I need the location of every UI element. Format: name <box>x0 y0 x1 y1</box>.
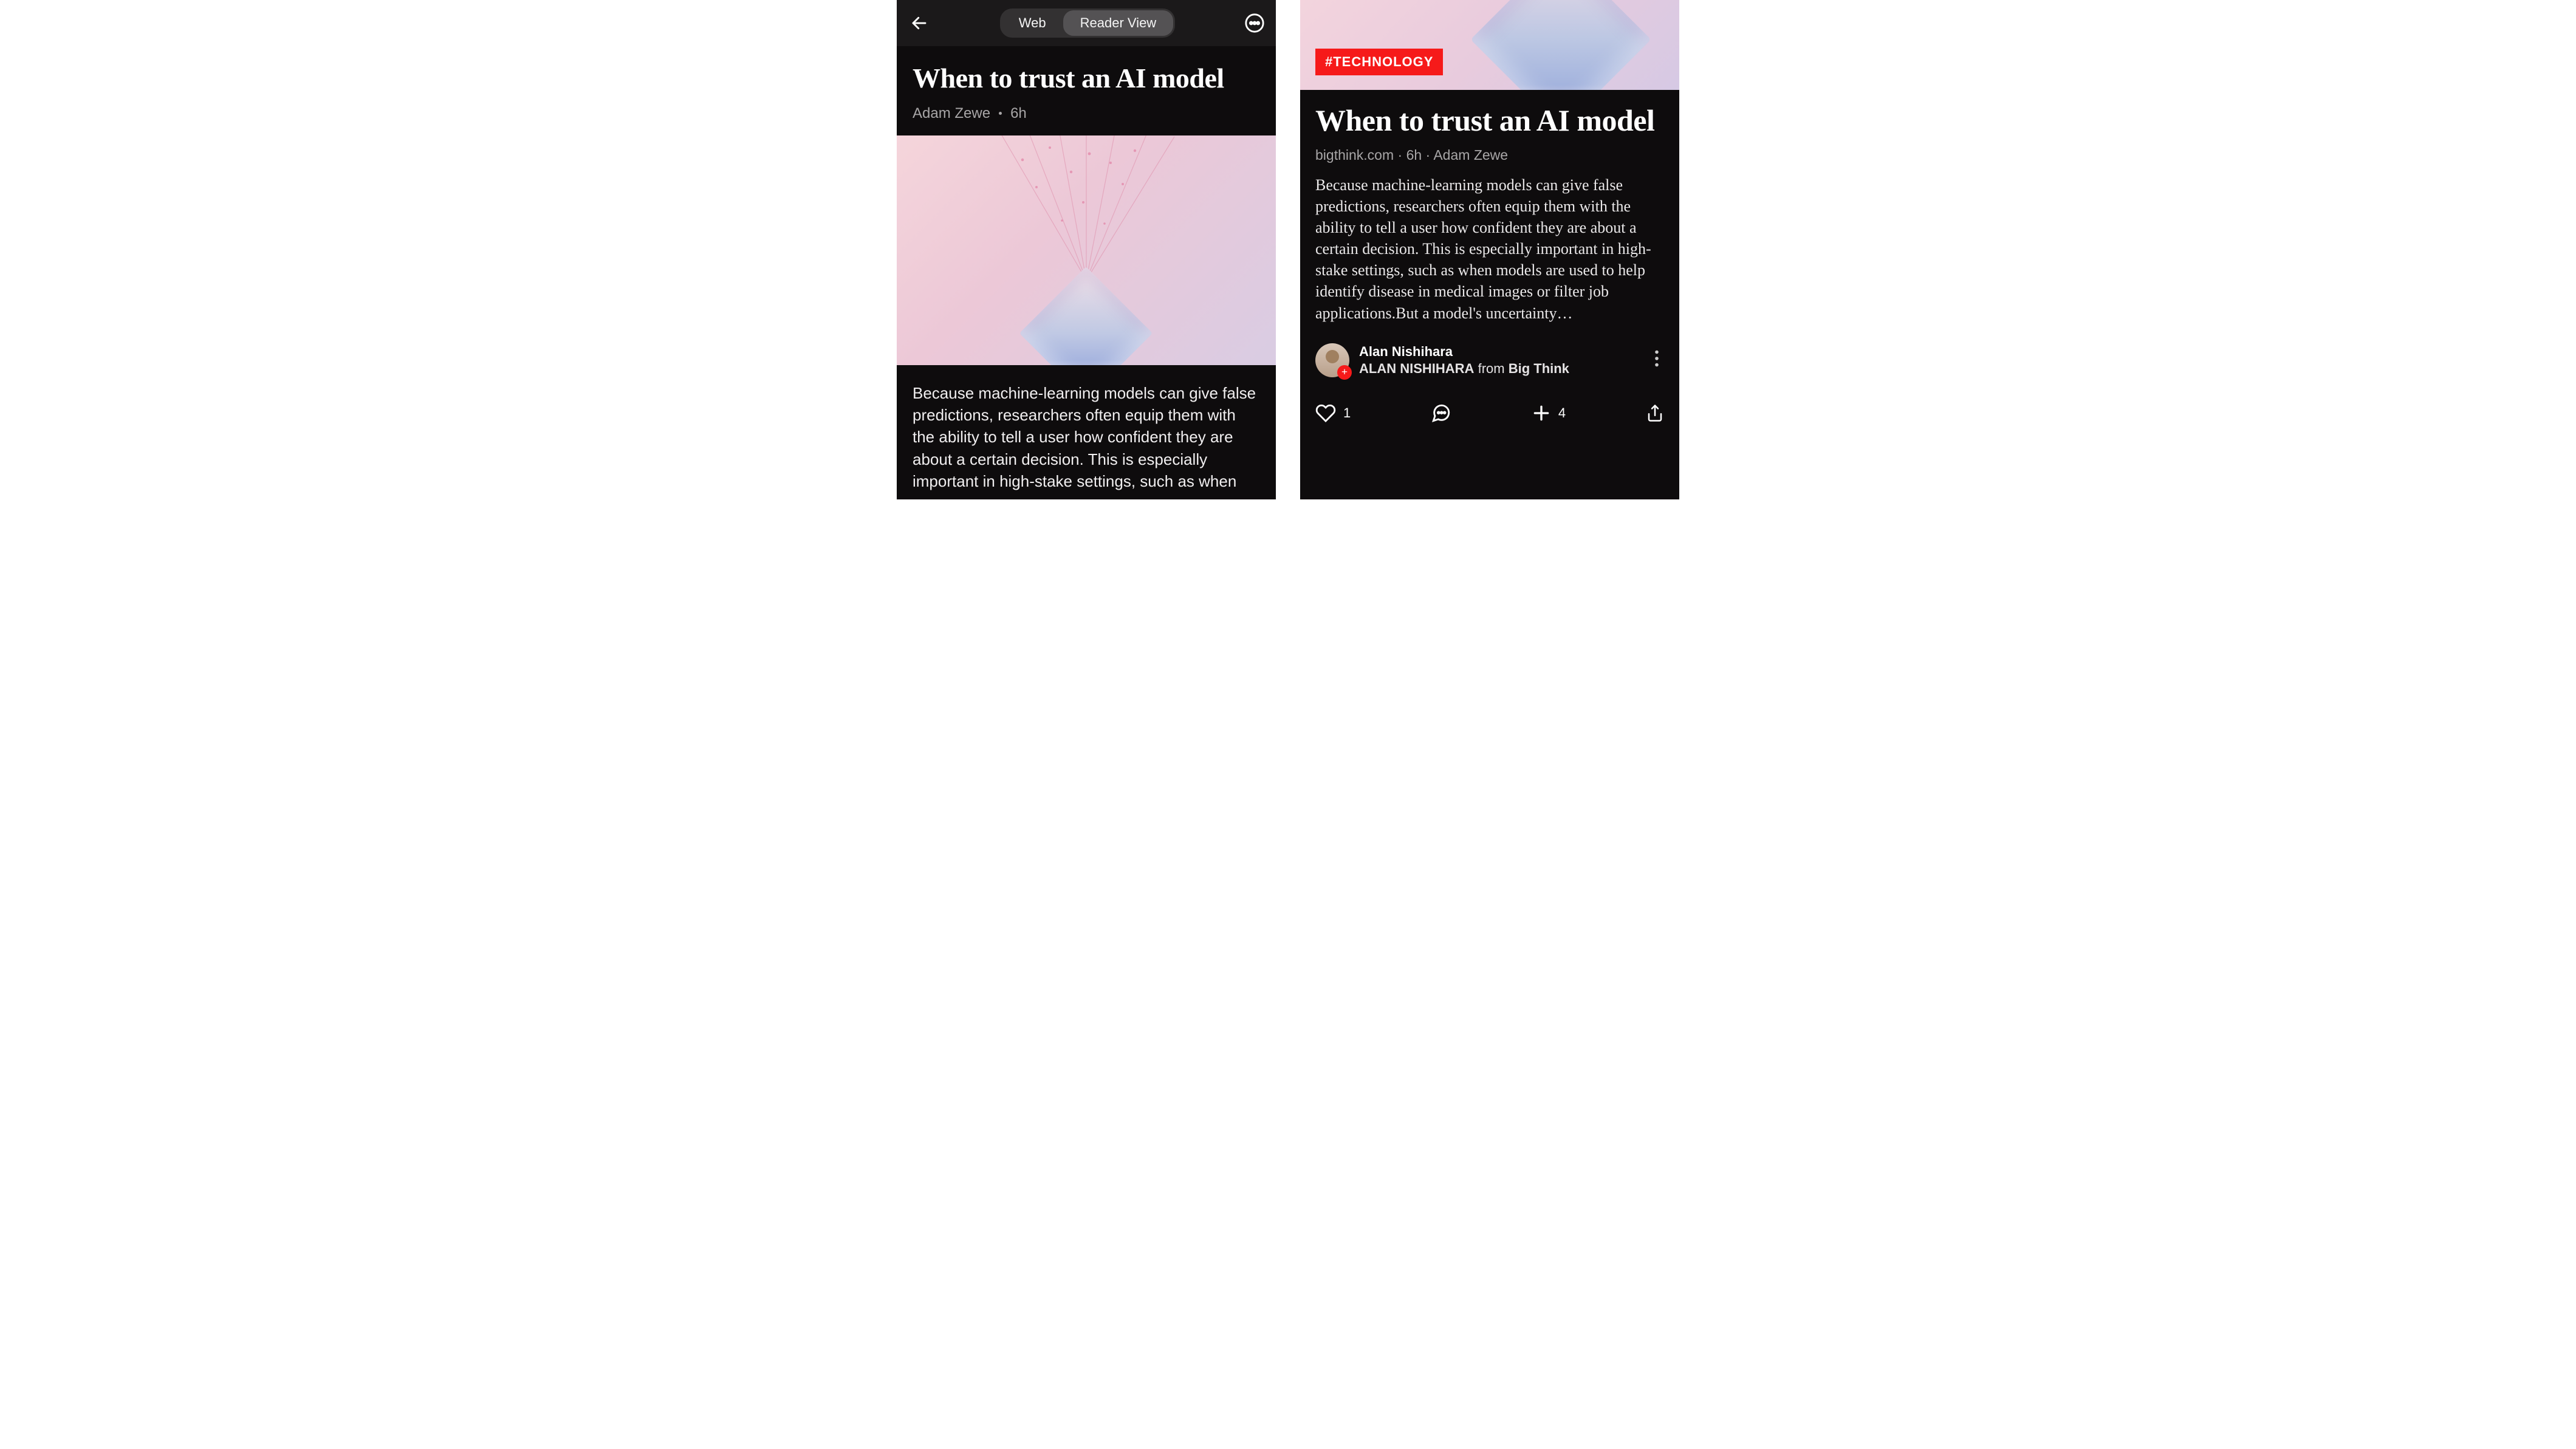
action-bar: 1 4 <box>1300 377 1679 437</box>
hero-image <box>897 135 1276 365</box>
curator-row[interactable]: + Alan Nishihara ALAN NISHIHARA from Big… <box>1300 324 1679 377</box>
avatar-wrapper: + <box>1315 343 1349 377</box>
topbar: Web Reader View <box>897 0 1276 46</box>
separator-dot <box>999 112 1002 115</box>
time-ago: 6h <box>1010 105 1027 122</box>
author-name: Adam Zewe <box>1433 147 1508 163</box>
share-icon <box>1646 403 1664 423</box>
tab-web[interactable]: Web <box>1002 10 1063 36</box>
article-byline: Adam Zewe 6h <box>913 105 1260 122</box>
reader-view-screen: Web Reader View When to trust an AI mode… <box>897 0 1276 499</box>
arrow-left-icon <box>910 14 928 32</box>
source-domain: bigthink.com <box>1315 147 1394 163</box>
flip-count: 4 <box>1558 405 1566 421</box>
tab-reader-view[interactable]: Reader View <box>1063 10 1174 36</box>
article-excerpt: Because machine-learning models can give… <box>1315 174 1664 324</box>
article-meta: bigthink.com · 6h · Adam Zewe <box>1315 147 1664 163</box>
comment-icon <box>1431 403 1451 423</box>
hero-image: #TECHNOLOGY <box>1300 0 1679 90</box>
crystal-graphic <box>1038 256 1135 365</box>
card-view-screen: #TECHNOLOGY When to trust an AI model bi… <box>1300 0 1679 499</box>
topic-tag[interactable]: #TECHNOLOGY <box>1315 49 1443 75</box>
card-content: When to trust an AI model bigthink.com ·… <box>1300 90 1679 324</box>
curator-more-button[interactable] <box>1649 345 1664 375</box>
article-body: Because machine-learning models can give… <box>897 365 1276 499</box>
flip-button[interactable]: 4 <box>1532 403 1566 423</box>
time-ago: 6h <box>1406 147 1422 163</box>
like-count: 1 <box>1343 405 1351 421</box>
author-name: Adam Zewe <box>913 105 990 122</box>
like-button[interactable]: 1 <box>1315 403 1351 423</box>
more-horizontal-icon <box>1244 13 1265 33</box>
more-options-button[interactable] <box>1244 13 1265 33</box>
crystal-graphic <box>1471 0 1651 90</box>
share-button[interactable] <box>1646 403 1664 423</box>
plus-icon <box>1532 403 1551 423</box>
article-header: When to trust an AI model Adam Zewe 6h <box>897 46 1276 135</box>
more-vertical-icon <box>1654 350 1659 367</box>
heart-icon <box>1315 403 1336 423</box>
curator-subline: ALAN NISHIHARA from Big Think <box>1359 361 1569 377</box>
plus-badge-icon: + <box>1337 365 1352 380</box>
back-button[interactable] <box>908 12 931 35</box>
comment-button[interactable] <box>1431 403 1451 423</box>
curator-name: Alan Nishihara <box>1359 344 1569 360</box>
curator-text: Alan Nishihara ALAN NISHIHARA from Big T… <box>1359 344 1569 377</box>
article-title: When to trust an AI model <box>913 63 1260 94</box>
article-title[interactable]: When to trust an AI model <box>1315 103 1664 137</box>
view-mode-toggle: Web Reader View <box>1000 9 1175 38</box>
